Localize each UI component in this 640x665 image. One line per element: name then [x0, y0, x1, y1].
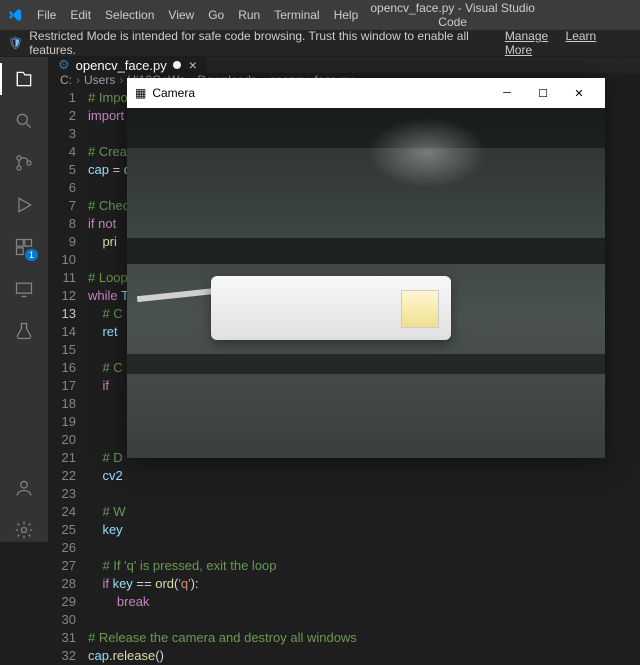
ac-unit [211, 276, 451, 340]
menu-items: FileEditSelectionViewGoRunTerminalHelp [30, 8, 365, 22]
manage-link[interactable]: Manage [505, 29, 548, 43]
extensions-icon[interactable]: 1 [12, 235, 36, 259]
dirty-indicator-icon [173, 61, 181, 69]
search-icon[interactable] [12, 109, 36, 133]
menu-run[interactable]: Run [231, 8, 267, 22]
window-title: opencv_face.py - Visual Studio Code [365, 1, 640, 29]
testing-icon[interactable] [12, 319, 36, 343]
menu-go[interactable]: Go [201, 8, 231, 22]
restricted-msg: Restricted Mode is intended for safe cod… [29, 29, 487, 57]
camera-app-icon: ▦ [135, 86, 146, 100]
tab-bar: ⚙ opencv_face.py × [48, 57, 640, 73]
restricted-banner: 🛡 Restricted Mode is intended for safe c… [0, 30, 640, 57]
run-debug-icon[interactable] [12, 193, 36, 217]
menu-selection[interactable]: Selection [98, 8, 161, 22]
activity-bar: 1 [0, 57, 48, 542]
camera-title-text: Camera [152, 86, 489, 100]
menu-edit[interactable]: Edit [63, 8, 98, 22]
close-button[interactable]: ✕ [561, 78, 597, 108]
menu-terminal[interactable]: Terminal [267, 8, 326, 22]
menu-view[interactable]: View [161, 8, 201, 22]
tab-opencv-face[interactable]: ⚙ opencv_face.py × [48, 57, 207, 73]
breadcrumb-part[interactable]: C: [60, 73, 72, 87]
chevron-right-icon: › [119, 73, 123, 87]
tab-filename: opencv_face.py [76, 58, 167, 73]
maximize-button[interactable]: ☐ [525, 78, 561, 108]
breadcrumb-part[interactable]: Users [84, 73, 115, 87]
camera-window[interactable]: ▦ Camera ─ ☐ ✕ [127, 78, 605, 458]
source-control-icon[interactable] [12, 151, 36, 175]
python-file-icon: ⚙ [58, 57, 70, 73]
settings-gear-icon[interactable] [12, 518, 36, 542]
shield-icon: 🛡 [8, 36, 23, 50]
remote-icon[interactable] [12, 277, 36, 301]
chevron-right-icon: › [76, 73, 80, 87]
accounts-icon[interactable] [12, 476, 36, 500]
menu-help[interactable]: Help [327, 8, 366, 22]
menu-file[interactable]: File [30, 8, 63, 22]
explorer-icon[interactable] [12, 67, 36, 91]
camera-titlebar[interactable]: ▦ Camera ─ ☐ ✕ [127, 78, 605, 108]
ext-badge: 1 [25, 249, 38, 261]
camera-feed [127, 108, 605, 458]
minimize-button[interactable]: ─ [489, 78, 525, 108]
menubar: FileEditSelectionViewGoRunTerminalHelp o… [0, 0, 640, 30]
close-tab-icon[interactable]: × [189, 57, 197, 73]
line-gutter: 1234567891011121314151617181920212223242… [48, 87, 88, 665]
vscode-logo-icon [0, 7, 30, 23]
